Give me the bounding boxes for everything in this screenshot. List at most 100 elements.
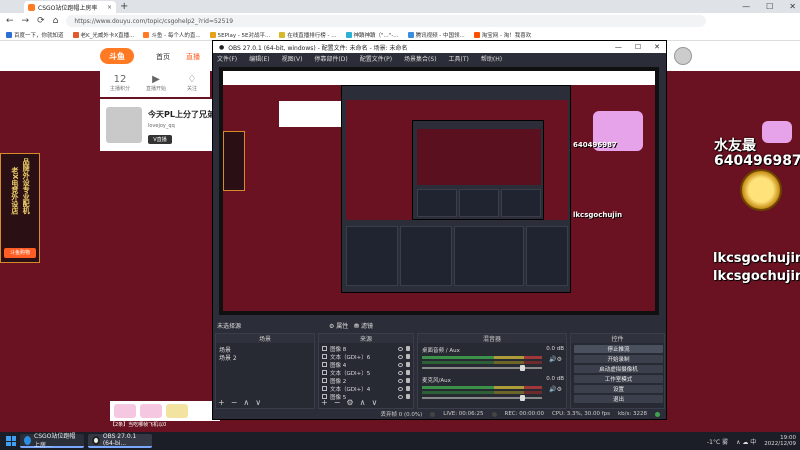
follow-button[interactable]: V直播 xyxy=(148,135,172,144)
douyu-logo[interactable]: 斗鱼 xyxy=(100,48,134,64)
bookmark-item[interactable]: 百度一下，你就知道 xyxy=(6,31,64,39)
tab-close-icon[interactable]: × xyxy=(107,4,112,11)
new-tab-button[interactable]: + xyxy=(120,1,128,12)
source-item[interactable]: 图像 4 xyxy=(322,361,410,369)
menu-file[interactable]: 文件(F) xyxy=(217,54,237,63)
settings-button[interactable]: 设置 xyxy=(574,385,663,393)
reload-icon[interactable]: ⟳ xyxy=(37,16,45,26)
stat-follow[interactable]: ♢ 关注 xyxy=(174,74,210,92)
source-item[interactable]: 文本（GDI+）4 xyxy=(322,385,410,393)
move-down-button[interactable]: ∨ xyxy=(371,398,377,407)
room-cover-image[interactable] xyxy=(106,107,142,143)
studio-mode-button[interactable]: 工作室模式 xyxy=(574,375,663,383)
eye-icon[interactable] xyxy=(398,346,403,351)
nav-home[interactable]: 首页 xyxy=(156,52,170,62)
side-ad-banner[interactable]: 老X电竞外设店 品牌外设专业配机 斗鱼购物 xyxy=(0,153,40,263)
windows-start-icon[interactable] xyxy=(6,436,16,446)
maximize-button[interactable]: ☐ xyxy=(766,2,773,11)
clock[interactable]: 19:00 2022/12/09 xyxy=(764,435,796,447)
bookmark-item[interactable]: 在线直播排行榜 - ... xyxy=(279,31,337,39)
source-item[interactable]: 图像 8 xyxy=(322,345,410,353)
minimize-button[interactable]: — xyxy=(742,2,750,11)
menu-help[interactable]: 帮助(H) xyxy=(481,54,502,63)
volume-slider[interactable] xyxy=(422,365,542,371)
gift-icon[interactable] xyxy=(166,404,188,418)
menu-scene-collection[interactable]: 场景集合(S) xyxy=(404,54,437,63)
remove-scene-button[interactable]: − xyxy=(231,398,238,407)
move-down-button[interactable]: ∨ xyxy=(255,398,261,407)
forward-icon[interactable]: → xyxy=(22,16,30,26)
menu-docks[interactable]: 停靠部件(D) xyxy=(314,54,347,63)
eye-icon[interactable] xyxy=(398,354,403,359)
nav-live[interactable]: 直播 xyxy=(186,52,200,62)
add-scene-button[interactable]: + xyxy=(218,398,225,407)
bookmark-icon xyxy=(407,31,414,38)
move-up-button[interactable]: ∧ xyxy=(243,398,249,407)
obs-maximize-button[interactable]: ☐ xyxy=(635,43,641,51)
move-up-button[interactable]: ∧ xyxy=(360,398,366,407)
weather[interactable]: -1°C 雾 xyxy=(707,437,728,446)
bookmark-item[interactable]: 淘宝网 - 淘！我喜欢 xyxy=(473,31,531,39)
lock-icon[interactable] xyxy=(406,386,410,391)
source-item[interactable]: 图像 2 xyxy=(322,377,410,385)
taskbar-item-browser[interactable]: CSGO站位跑帽上房... xyxy=(20,433,84,449)
browser-tab-bar: CSGO站位跑帽上房率 × + — ☐ ✕ xyxy=(0,0,800,13)
browser-tab[interactable]: CSGO站位跑帽上房率 × xyxy=(24,1,116,13)
filters-button[interactable]: ⛃ 滤镜 xyxy=(354,323,373,330)
scene-item[interactable]: 场景 2 xyxy=(219,353,237,362)
volume-meter xyxy=(422,391,542,394)
eye-icon[interactable] xyxy=(398,394,403,399)
start-virtual-camera-button[interactable]: 启动虚拟摄像机 xyxy=(574,365,663,373)
source-item[interactable]: 文本（GDI+）5 xyxy=(322,369,410,377)
bookmark-item[interactable]: 5EPlay - 5E对战平... xyxy=(209,31,270,39)
obs-minimize-button[interactable]: — xyxy=(615,43,622,51)
tray-icons[interactable]: ∧ ☁ 中 xyxy=(736,437,756,446)
volume-slider-knob[interactable] xyxy=(520,365,526,371)
bookmark-item[interactable]: 斗鱼 - 每个人的直... xyxy=(143,31,201,39)
properties-button[interactable]: ⚙ 属性 xyxy=(329,323,348,330)
start-recording-button[interactable]: 开始录制 xyxy=(574,355,663,363)
bookmark-item[interactable]: 老K_光威外卡X直播... xyxy=(72,31,134,39)
remove-source-button[interactable]: − xyxy=(334,398,341,407)
menu-view[interactable]: 视图(V) xyxy=(282,54,303,63)
home-icon[interactable]: ⌂ xyxy=(53,16,59,26)
avatar[interactable] xyxy=(674,47,692,65)
source-item[interactable]: 文本（GDI+）6 xyxy=(322,353,410,361)
volume-slider[interactable] xyxy=(422,395,542,401)
lock-icon[interactable] xyxy=(406,346,410,351)
url-input[interactable]: https://www.douyu.com/topic/csgohelp2_?r… xyxy=(66,15,707,27)
lock-icon[interactable] xyxy=(406,362,410,367)
bookmark-item[interactable]: 神蹟神蹟（"..."-... xyxy=(345,31,399,39)
menu-profile[interactable]: 配置文件(P) xyxy=(360,54,392,63)
lock-icon[interactable] xyxy=(406,370,410,375)
eye-icon[interactable] xyxy=(398,362,403,367)
volume-slider-knob[interactable] xyxy=(520,395,526,401)
gift-icon[interactable] xyxy=(140,404,162,418)
exit-button[interactable]: 退出 xyxy=(574,395,663,403)
back-icon[interactable]: ← xyxy=(6,16,14,26)
gift-icon[interactable] xyxy=(114,404,136,418)
lock-icon[interactable] xyxy=(406,378,410,383)
bookmark-item[interactable]: 腾讯视频 - 中国领... xyxy=(407,31,465,39)
eye-icon[interactable] xyxy=(398,386,403,391)
follow-icon: ♢ xyxy=(187,74,197,85)
obs-close-button[interactable]: ✕ xyxy=(654,43,660,51)
speaker-icon[interactable]: 🔊⚙ xyxy=(549,386,562,393)
close-button[interactable]: ✕ xyxy=(789,2,796,11)
shop-badge[interactable]: 斗鱼购物 xyxy=(4,248,36,258)
menu-tools[interactable]: 工具(T) xyxy=(449,54,469,63)
eye-icon[interactable] xyxy=(398,370,403,375)
add-source-button[interactable]: + xyxy=(321,398,328,407)
lock-icon[interactable] xyxy=(406,354,410,359)
menu-edit[interactable]: 编辑(E) xyxy=(249,54,269,63)
obs-preview[interactable]: 640496987 lkcsgochujin xyxy=(219,67,659,315)
live-time: LIVE: 00:06:25 xyxy=(443,411,484,417)
stop-streaming-button[interactable]: 停止推流 xyxy=(574,345,663,353)
speaker-icon[interactable]: 🔊⚙ xyxy=(549,356,562,363)
scenes-dock: 场景 场景 场景 2 + − ∧ ∨ xyxy=(215,333,315,409)
eye-icon[interactable] xyxy=(398,378,403,383)
lock-icon[interactable] xyxy=(406,394,410,399)
room-owner[interactable]: lovejoy_qq xyxy=(148,123,175,129)
source-settings-icon[interactable]: ⚙ xyxy=(346,398,353,407)
taskbar-item-obs[interactable]: OBS 27.0.1 (64-bi... xyxy=(88,433,152,448)
